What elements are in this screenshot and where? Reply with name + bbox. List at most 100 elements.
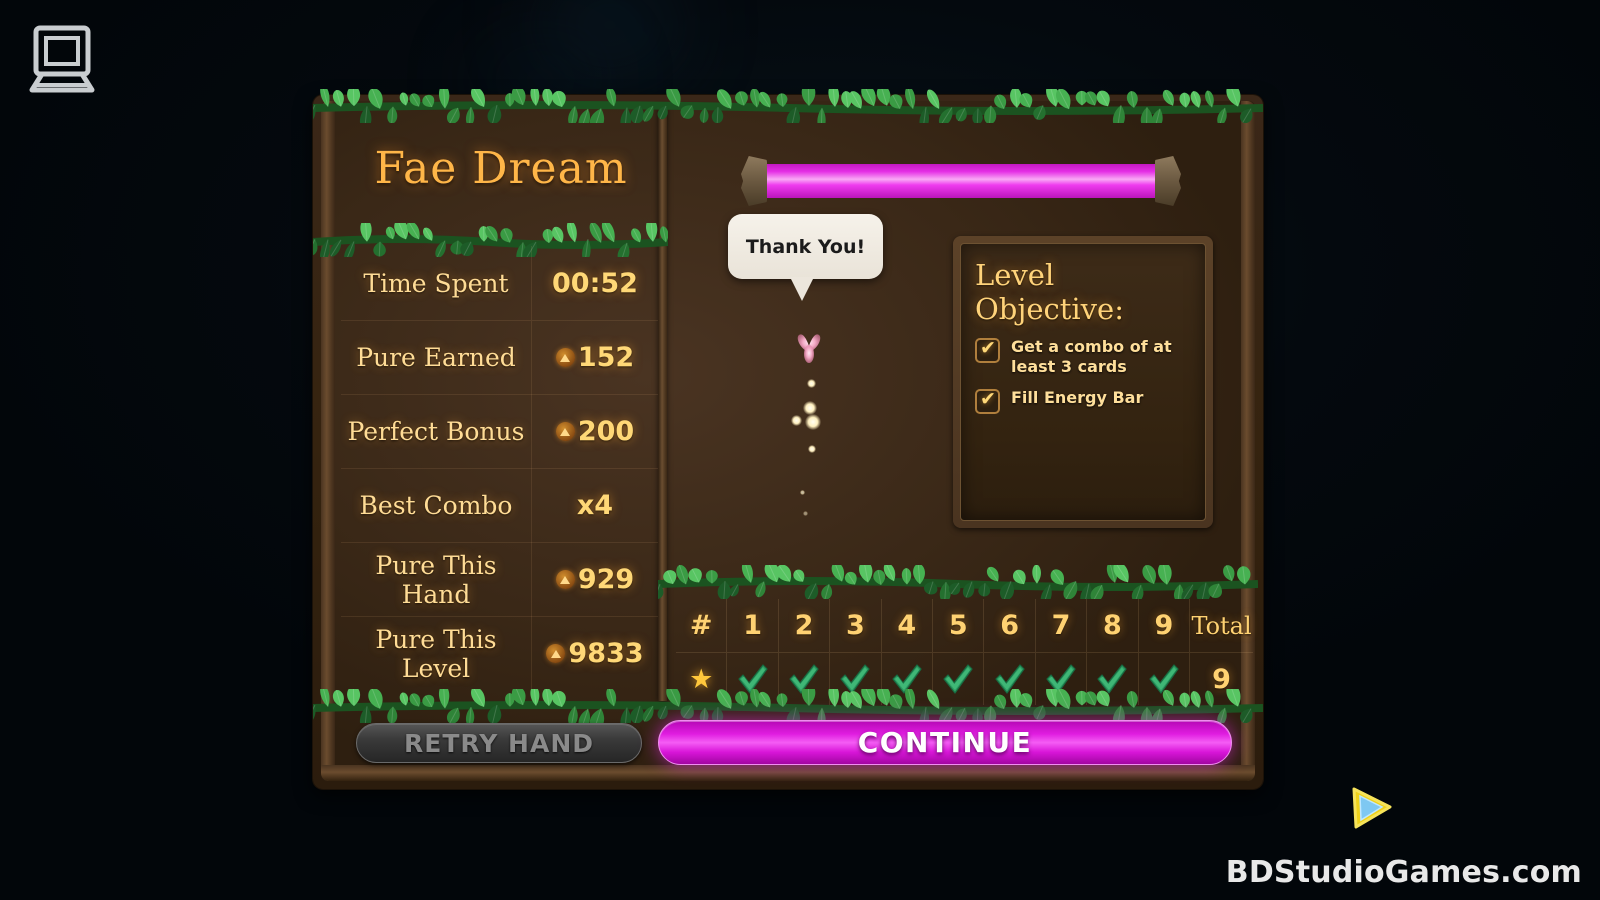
stat-value: 200	[531, 394, 658, 469]
vine-decoration-grid	[658, 565, 1258, 599]
speech-bubble: Thank You!	[728, 214, 883, 301]
stat-label: Pure This Level	[375, 624, 497, 683]
objective-item: Fill Energy Bar	[975, 388, 1191, 415]
checkbox-checked-icon[interactable]	[975, 337, 1000, 363]
grid-header-cell: 5	[932, 599, 983, 652]
stats-table: Time Spent 00:52 Pure Earned 152 Perfect…	[341, 246, 658, 691]
table-row: Pure This Hand 929	[341, 542, 658, 617]
objective-title: Level Objective:	[975, 258, 1124, 326]
sparkle	[803, 401, 817, 415]
pure-coin-icon	[555, 570, 575, 589]
results-panel: Fae Dream Time Spent 00:52 Pure Earned 1…	[313, 89, 1263, 789]
stat-label: Pure This Hand	[375, 550, 497, 609]
grid-header-cell: 9	[1137, 599, 1189, 652]
grid-header-cell: 7	[1034, 599, 1086, 652]
panel-edge-left	[321, 101, 335, 781]
check-icon	[1095, 662, 1129, 696]
stat-label: Time Spent	[363, 268, 509, 298]
stat-value-text: 929	[577, 564, 635, 595]
grid-header-total: Total	[1189, 599, 1253, 652]
grid-cell-check	[1034, 652, 1087, 705]
check-icon	[993, 662, 1027, 696]
stat-value-text: 152	[577, 342, 635, 373]
objective-item-label: Fill Energy Bar	[1011, 388, 1144, 408]
grid-cell-check	[1086, 652, 1138, 705]
stat-value-text: x4	[576, 490, 614, 521]
hand-score-grid: # 1 2 3 4 5 6 7 8 9 Total ★ 9	[676, 599, 1254, 705]
sparkle	[808, 445, 816, 453]
star-icon: ★	[689, 663, 714, 695]
grid-header-cell: 1	[726, 599, 777, 652]
table-row: Pure This Level 9833	[341, 616, 658, 691]
sparkle	[791, 415, 802, 426]
grid-cell-check	[1137, 652, 1190, 705]
grid-header-cell: 4	[880, 599, 932, 652]
vine-decoration-top	[313, 89, 1263, 123]
watermark: BDStudioGames.com	[1225, 855, 1582, 890]
grid-row-star: ★	[676, 652, 727, 705]
stat-value: 00:52	[531, 246, 658, 320]
play-cursor-icon	[1348, 785, 1394, 831]
stat-label: Perfect Bonus	[347, 417, 525, 446]
pure-coin-icon	[555, 422, 575, 441]
check-icon	[1147, 662, 1181, 696]
grid-header-hash: #	[689, 610, 713, 641]
grid-header-cell: 6	[983, 599, 1034, 652]
grid-header-cell: 8	[1086, 599, 1137, 652]
grid-cell-check	[777, 652, 830, 705]
energy-bar	[741, 156, 1181, 206]
energy-bar-track	[763, 164, 1159, 198]
grid-cell-check	[983, 652, 1035, 705]
grid-body-row: ★ 9	[676, 652, 1254, 705]
grid-total-value: 9	[1189, 652, 1254, 705]
panel-inner: Fae Dream Time Spent 00:52 Pure Earned 1…	[313, 89, 1263, 781]
table-row: Perfect Bonus 200	[341, 394, 658, 469]
pure-coin-icon	[555, 348, 575, 367]
grid-cell-check	[880, 652, 933, 705]
stat-value-text: 00:52	[552, 267, 638, 299]
sparkle	[803, 511, 808, 516]
stat-value-text: 9833	[568, 638, 644, 669]
table-row: Pure Earned 152	[341, 320, 658, 395]
objective-item: Get a combo of at least 3 cards	[975, 337, 1191, 376]
stat-value: 9833	[531, 616, 658, 691]
table-row: Time Spent 00:52	[341, 246, 658, 320]
check-icon	[890, 662, 924, 696]
stat-value-text: 200	[577, 416, 635, 447]
continue-button[interactable]: CONTINUE	[658, 720, 1232, 765]
energy-bar-cap-right	[1155, 156, 1181, 206]
stat-label: Best Combo	[359, 491, 513, 520]
check-icon	[787, 662, 821, 696]
check-icon	[1044, 662, 1078, 696]
laptop-icon[interactable]	[22, 20, 102, 100]
panel-title: Fae Dream	[374, 143, 628, 194]
pure-coin-icon	[546, 644, 566, 663]
game-screen: Fae Dream Time Spent 00:52 Pure Earned 1…	[0, 0, 1600, 900]
grid-cell-check	[932, 652, 984, 705]
fairy-sprite	[787, 326, 831, 370]
sparkle	[807, 379, 816, 388]
energy-bar-cap-left	[741, 156, 767, 206]
objective-item-label: Get a combo of at least 3 cards	[1011, 337, 1172, 376]
energy-bar-fill	[763, 164, 1159, 198]
objective-panel-inner: Level Objective: Get a combo of at least…	[960, 243, 1206, 521]
panel-edge-bottom	[321, 765, 1255, 781]
grid-header-cell: 3	[829, 599, 880, 652]
grid-cell-check	[829, 652, 881, 705]
stat-value: 929	[531, 542, 658, 617]
grid-header-cell: 2	[777, 599, 829, 652]
stat-value: x4	[531, 468, 658, 543]
checkbox-checked-icon[interactable]	[975, 388, 1000, 415]
check-icon	[941, 662, 975, 696]
grid-cell-check	[726, 652, 778, 705]
check-icon	[838, 662, 872, 696]
panel-divider	[658, 107, 667, 701]
table-row: Best Combo x4	[341, 468, 658, 543]
check-icon	[736, 662, 770, 696]
grid-header-row: # 1 2 3 4 5 6 7 8 9 Total	[676, 599, 1253, 652]
retry-hand-button[interactable]: RETRY HAND	[356, 723, 642, 763]
stat-label: Pure Earned	[356, 343, 516, 372]
sparkle	[805, 414, 821, 430]
sparkle	[800, 490, 805, 495]
objective-panel: Level Objective: Get a combo of at least…	[953, 236, 1213, 528]
